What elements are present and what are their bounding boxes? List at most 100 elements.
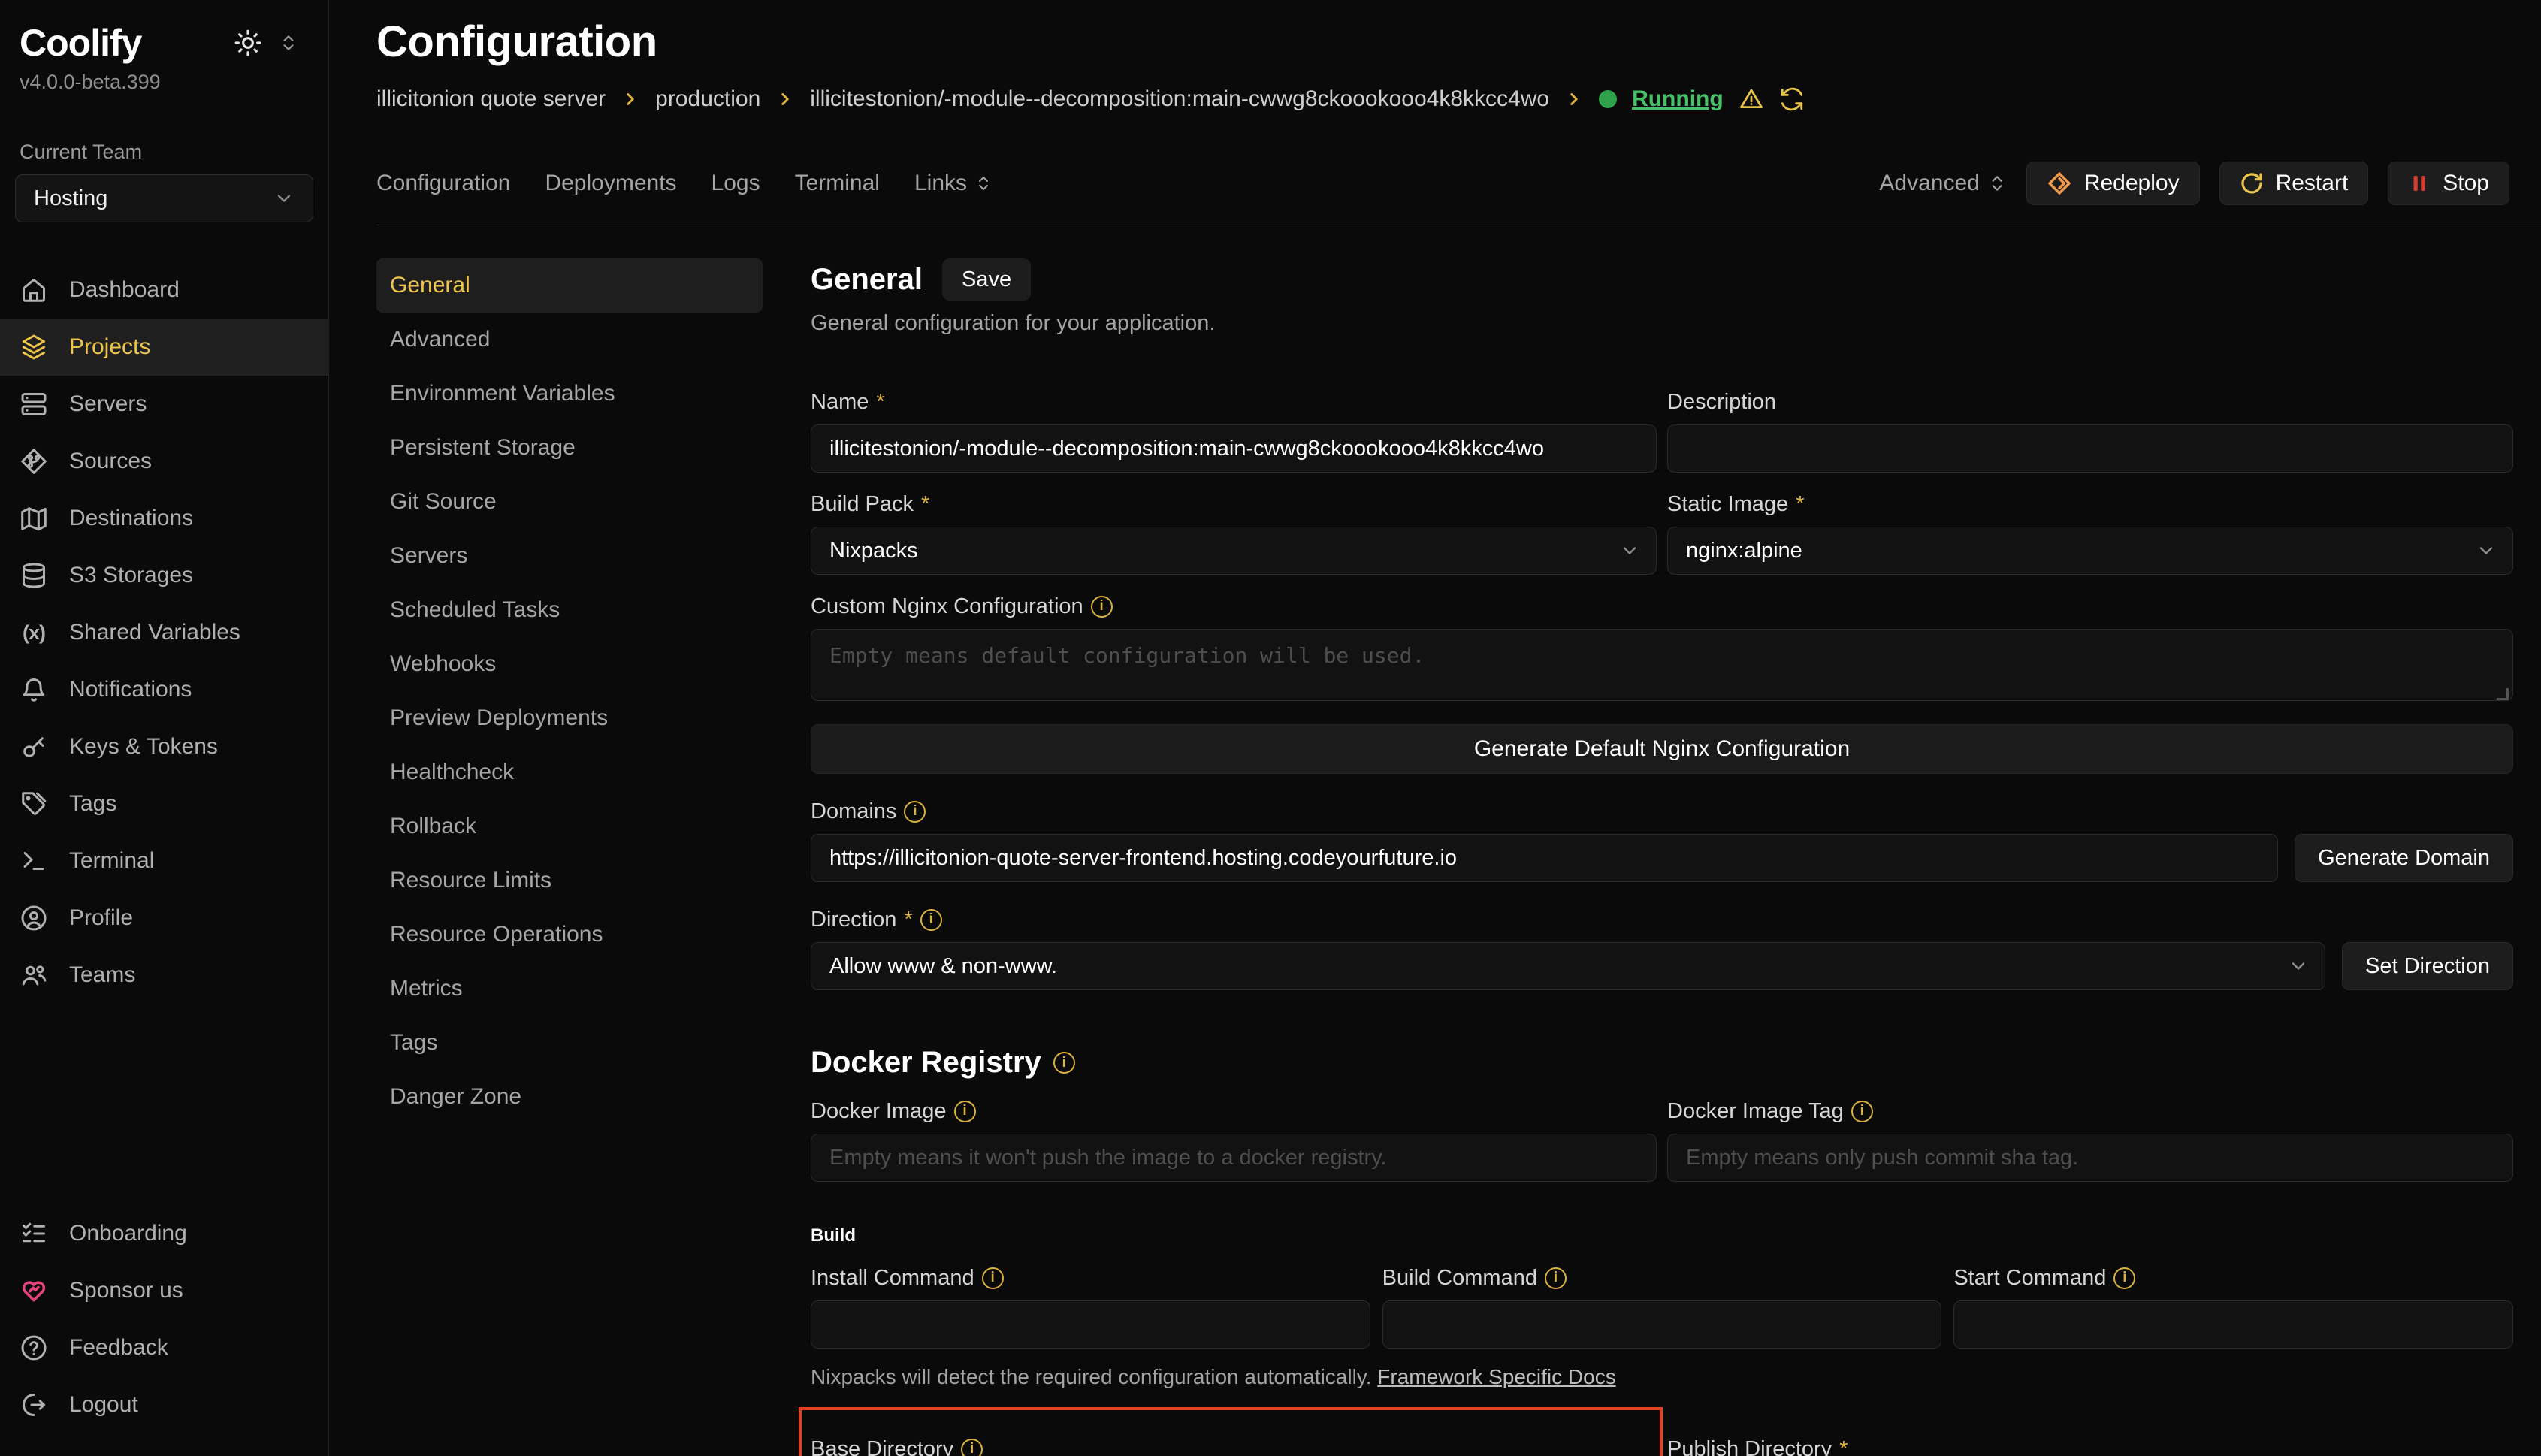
- subnav-item-tags[interactable]: Tags: [376, 1016, 763, 1070]
- tab-logs[interactable]: Logs: [712, 171, 760, 196]
- install-command-input[interactable]: [811, 1300, 1370, 1349]
- app-logo: Coolify: [20, 21, 141, 65]
- database-icon: [20, 562, 48, 589]
- redeploy-button[interactable]: Redeploy: [2026, 162, 2200, 205]
- breadcrumb-resource[interactable]: illicitestonion/-module--decomposition:m…: [810, 86, 1549, 112]
- sidebar-item-destinations[interactable]: Destinations: [0, 490, 328, 547]
- subnav-item-resource-limits[interactable]: Resource Limits: [376, 853, 763, 908]
- docker-image-input[interactable]: [811, 1134, 1657, 1182]
- build-pack-select[interactable]: [811, 527, 1657, 575]
- info-icon[interactable]: i: [1545, 1267, 1567, 1289]
- info-icon[interactable]: i: [1053, 1052, 1075, 1074]
- sidebar-header: Coolify: [0, 21, 328, 65]
- subnav-item-healthcheck[interactable]: Healthcheck: [376, 745, 763, 799]
- subnav-item-metrics[interactable]: Metrics: [376, 962, 763, 1016]
- domains-input[interactable]: [811, 834, 2278, 882]
- resource-tabs: Configuration Deployments Logs Terminal …: [376, 171, 993, 196]
- sidebar-item-logout[interactable]: Logout: [0, 1376, 328, 1433]
- advanced-dropdown[interactable]: Advanced: [1879, 171, 2006, 196]
- sidebar-item-label: Teams: [69, 962, 135, 988]
- stop-icon: [2408, 172, 2431, 195]
- tab-configuration[interactable]: Configuration: [376, 171, 510, 196]
- sidebar-item-label: Destinations: [69, 506, 193, 531]
- subnav-item-persistent-storage[interactable]: Persistent Storage: [376, 421, 763, 475]
- team-select[interactable]: Hosting: [15, 174, 313, 222]
- main-area: Configuration illicitonion quote server …: [330, 0, 2541, 1456]
- heart-icon: [20, 1277, 48, 1304]
- name-input[interactable]: [811, 424, 1657, 473]
- logout-icon: [20, 1391, 48, 1418]
- subnav-item-webhooks[interactable]: Webhooks: [376, 637, 763, 691]
- restart-button[interactable]: Restart: [2219, 162, 2369, 205]
- subnav-item-scheduled-tasks[interactable]: Scheduled Tasks: [376, 583, 763, 637]
- subnav-item-git-source[interactable]: Git Source: [376, 475, 763, 529]
- set-direction-button[interactable]: Set Direction: [2342, 942, 2513, 990]
- sidebar-item-feedback[interactable]: Feedback: [0, 1319, 328, 1376]
- info-icon[interactable]: i: [982, 1267, 1004, 1289]
- help-circle-icon: [20, 1334, 48, 1361]
- subnav-item-servers[interactable]: Servers: [376, 529, 763, 583]
- subnav-item-advanced[interactable]: Advanced: [376, 313, 763, 367]
- tab-links[interactable]: Links: [914, 171, 993, 196]
- sidebar-item-shared-variables[interactable]: (x) Shared Variables: [0, 604, 328, 661]
- status-running-link[interactable]: Running: [1632, 86, 1724, 112]
- sidebar-item-profile[interactable]: Profile: [0, 890, 328, 947]
- subnav-item-environment-variables[interactable]: Environment Variables: [376, 367, 763, 421]
- generate-domain-button[interactable]: Generate Domain: [2295, 834, 2513, 882]
- framework-docs-link[interactable]: Framework Specific Docs: [1377, 1365, 1615, 1388]
- sidebar-item-onboarding[interactable]: Onboarding: [0, 1205, 328, 1262]
- static-image-select[interactable]: [1667, 527, 2513, 575]
- info-icon[interactable]: i: [2113, 1267, 2135, 1289]
- sidebar-item-teams[interactable]: Teams: [0, 947, 328, 1004]
- generate-nginx-button[interactable]: Generate Default Nginx Configuration: [811, 724, 2513, 774]
- start-command-label: Start Command: [1953, 1266, 2106, 1291]
- sidebar-item-s3-storages[interactable]: S3 Storages: [0, 547, 328, 604]
- breadcrumb: illicitonion quote server production ill…: [376, 86, 2541, 112]
- info-icon[interactable]: i: [904, 801, 926, 823]
- start-command-input[interactable]: [1953, 1300, 2513, 1349]
- sidebar-item-tags[interactable]: Tags: [0, 775, 328, 832]
- chevron-down-icon: [2288, 956, 2309, 977]
- description-input[interactable]: [1667, 424, 2513, 473]
- docker-image-tag-input[interactable]: [1667, 1134, 2513, 1182]
- resize-handle[interactable]: [2497, 688, 2509, 700]
- info-icon[interactable]: i: [961, 1439, 983, 1456]
- save-button[interactable]: Save: [942, 258, 1031, 301]
- subnav-item-rollback[interactable]: Rollback: [376, 799, 763, 853]
- sidebar-item-notifications[interactable]: Notifications: [0, 661, 328, 718]
- info-icon[interactable]: i: [1851, 1101, 1873, 1122]
- tab-terminal[interactable]: Terminal: [795, 171, 880, 196]
- sidebar-item-label: Profile: [69, 905, 133, 931]
- sidebar-item-dashboard[interactable]: Dashboard: [0, 261, 328, 319]
- map-icon: [20, 505, 48, 532]
- info-icon[interactable]: i: [954, 1101, 976, 1122]
- subnav-item-preview-deployments[interactable]: Preview Deployments: [376, 691, 763, 745]
- sidebar-item-sources[interactable]: Sources: [0, 433, 328, 490]
- custom-nginx-textarea[interactable]: [811, 629, 2513, 701]
- subnav-item-general[interactable]: General: [376, 258, 763, 313]
- subnav-item-danger-zone[interactable]: Danger Zone: [376, 1070, 763, 1124]
- sidebar-item-projects[interactable]: Projects: [0, 319, 328, 376]
- breadcrumb-environment[interactable]: production: [655, 86, 760, 112]
- sidebar-item-sponsor-us[interactable]: Sponsor us: [0, 1262, 328, 1319]
- subnav-item-resource-operations[interactable]: Resource Operations: [376, 908, 763, 962]
- sidebar-item-terminal[interactable]: Terminal: [0, 832, 328, 890]
- warning-triangle-icon[interactable]: [1739, 86, 1764, 112]
- build-command-input[interactable]: [1382, 1300, 1942, 1349]
- sidebar-item-servers[interactable]: Servers: [0, 376, 328, 433]
- theme-chevrons-up-down-icon[interactable]: [279, 33, 298, 53]
- general-heading: General: [811, 263, 923, 297]
- breadcrumb-project[interactable]: illicitonion quote server: [376, 86, 606, 112]
- direction-select[interactable]: [811, 942, 2325, 990]
- tab-deployments[interactable]: Deployments: [545, 171, 676, 196]
- bell-icon: [20, 676, 48, 703]
- refresh-icon[interactable]: [1779, 86, 1805, 112]
- domains-field: Domainsi Generate Domain: [811, 798, 2513, 882]
- info-icon[interactable]: i: [920, 909, 942, 931]
- theme-sun-icon[interactable]: [234, 29, 262, 57]
- publish-directory-label: Publish Directory: [1667, 1437, 1832, 1456]
- sidebar-item-keys-tokens[interactable]: Keys & Tokens: [0, 718, 328, 775]
- stop-button[interactable]: Stop: [2388, 162, 2509, 205]
- sidebar-item-label: Terminal: [69, 848, 154, 874]
- info-icon[interactable]: i: [1091, 596, 1113, 618]
